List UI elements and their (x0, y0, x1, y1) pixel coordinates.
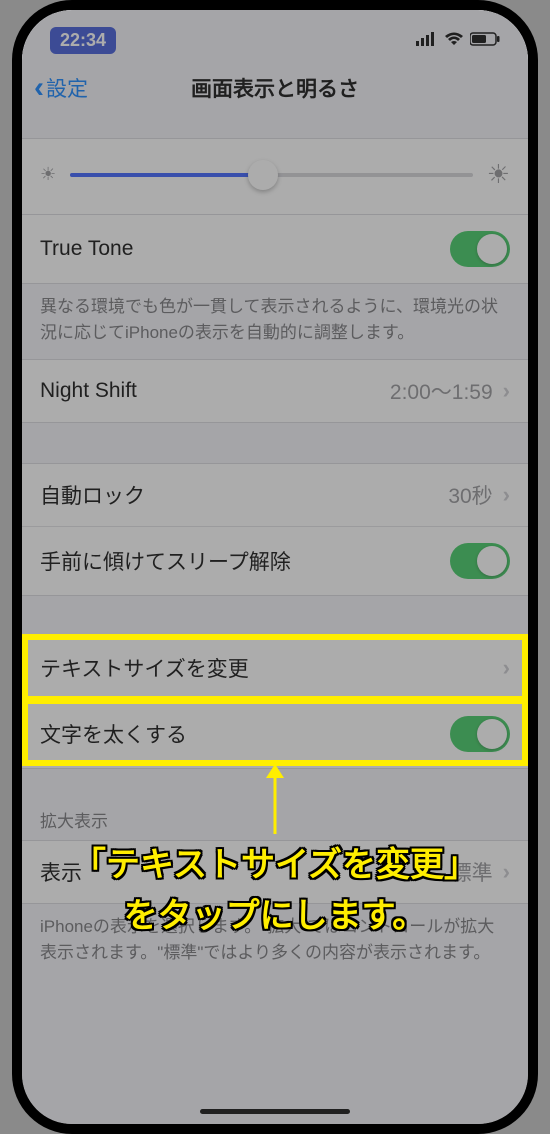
chevron-right-icon: › (503, 859, 510, 885)
page-title: 画面表示と明るさ (22, 73, 528, 103)
true-tone-description: 異なる環境でも色が一貫して表示されるように、環境光の状況に応じてiPhoneの表… (22, 284, 528, 359)
night-shift-value: 2:00〜1:59 (390, 376, 493, 406)
instruction-annotation: 「テキストサイズを変更」 をタップにします。 (72, 840, 478, 942)
bold-text-label: 文字を太くする (40, 719, 187, 749)
navigation-bar: ‹ 設定 画面表示と明るさ (22, 60, 528, 116)
raise-to-wake-toggle[interactable] (450, 543, 510, 579)
chevron-right-icon: › (503, 378, 510, 404)
brightness-low-icon: ☀︎ (40, 164, 56, 185)
raise-to-wake-label: 手前に傾けてスリープ解除 (40, 546, 291, 576)
home-indicator[interactable] (200, 1109, 350, 1114)
brightness-slider-row: ☀︎ ☀︎ (22, 138, 528, 214)
brightness-slider[interactable] (70, 173, 473, 177)
night-shift-label: Night Shift (40, 379, 137, 403)
auto-lock-value: 30秒 (448, 480, 492, 510)
slider-thumb[interactable] (248, 160, 278, 190)
bold-text-row: 文字を太くする (22, 699, 528, 768)
text-size-label: テキストサイズを変更 (40, 653, 249, 683)
raise-to-wake-row: 手前に傾けてスリープ解除 (22, 526, 528, 595)
true-tone-label: True Tone (40, 237, 133, 261)
brightness-high-icon: ☀︎ (487, 159, 510, 190)
auto-lock-row[interactable]: 自動ロック 30秒 › (22, 464, 528, 526)
bold-text-toggle[interactable] (450, 716, 510, 752)
auto-lock-label: 自動ロック (40, 480, 145, 510)
battery-icon (470, 30, 500, 51)
zoom-section-header: 拡大表示 (22, 797, 528, 840)
back-label: 設定 (46, 73, 88, 103)
chevron-right-icon: › (503, 655, 510, 681)
true-tone-row: True Tone (22, 215, 528, 283)
status-time: 22:34 (50, 27, 116, 54)
back-button[interactable]: ‹ 設定 (34, 73, 88, 103)
chevron-left-icon: ‹ (34, 73, 44, 103)
text-size-row[interactable]: テキストサイズを変更 › (22, 637, 528, 699)
wifi-icon (444, 30, 464, 51)
chevron-right-icon: › (503, 482, 510, 508)
signal-icon (416, 30, 438, 51)
status-bar: 22:34 (22, 10, 528, 60)
night-shift-row[interactable]: Night Shift 2:00〜1:59 › (22, 360, 528, 422)
true-tone-toggle[interactable] (450, 231, 510, 267)
status-icons (416, 30, 500, 51)
